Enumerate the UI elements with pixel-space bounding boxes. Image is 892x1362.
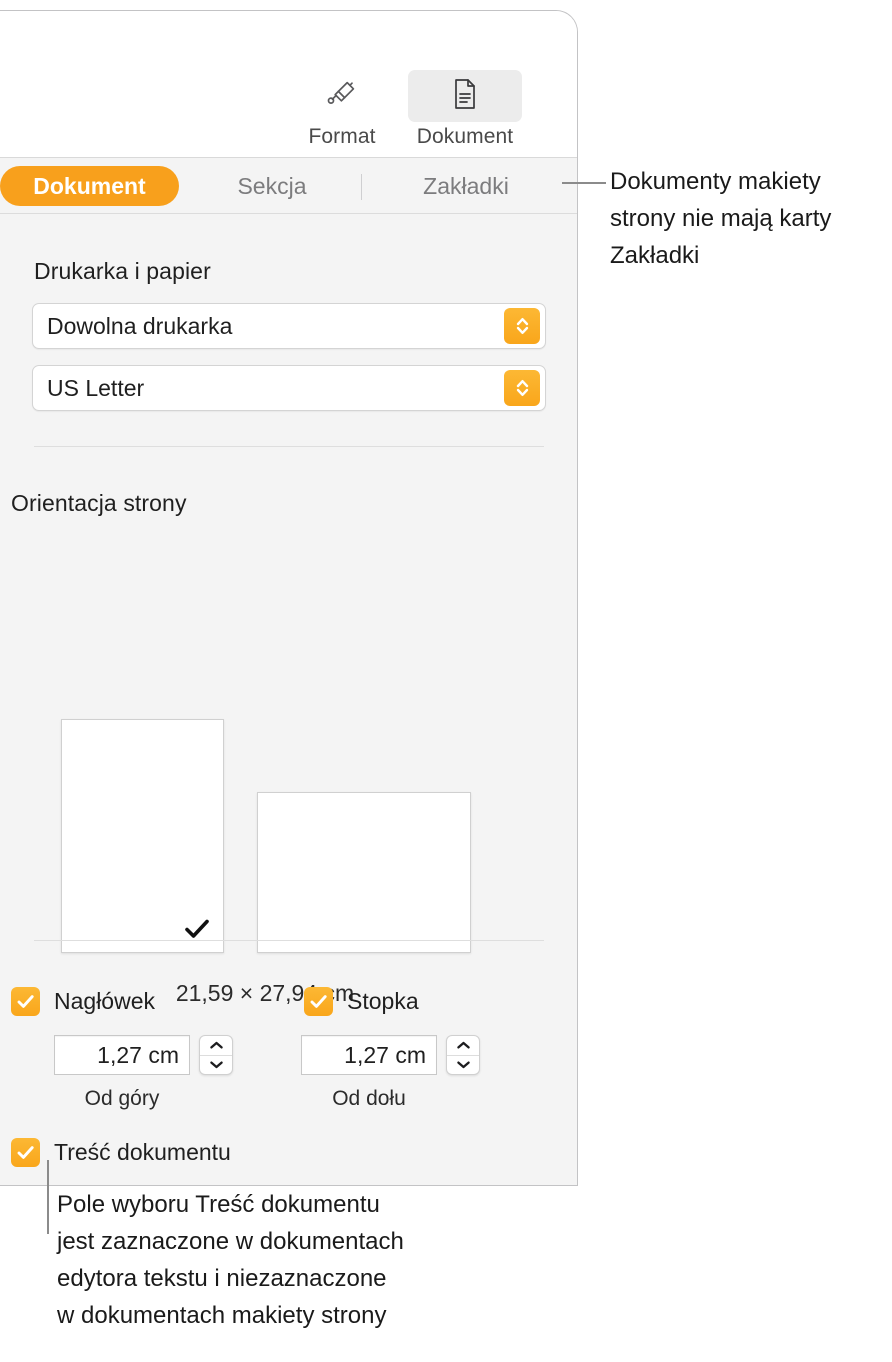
toolbar-button-document[interactable]: Dokument [408,70,522,151]
tab-dokument[interactable]: Dokument [0,166,179,206]
paintbrush-icon-box [285,70,399,122]
header-margin-stepper[interactable] [199,1035,233,1075]
footer-margin-sublabel: Od dołu [332,1087,406,1110]
footer-checkbox-label: Stopka [347,988,419,1014]
document-body-checkbox-label: Treść dokumentu [54,1139,231,1165]
printer-popup-button[interactable]: Dowolna drukarka [32,303,546,349]
header-margin-value: 1,27 cm [97,1042,179,1068]
paper-size-popup-button[interactable]: US Letter [32,365,546,411]
footer-margin-input[interactable]: 1,27 cm [301,1035,437,1075]
tabs-callout-text: Dokumenty makiety strony nie mają karty … [610,168,832,269]
toolbar-button-format-label: Format [308,125,376,148]
divider-after-printer [34,446,544,447]
orientation-landscape-option[interactable] [257,792,471,953]
printer-popup-value: Dowolna drukarka [47,313,233,339]
header-checkbox-row[interactable]: Nagłówek [11,987,155,1016]
inspector-toolbar: Format Dokument [0,11,577,158]
paper-size-popup-value: US Letter [47,375,145,401]
stepper-up-icon[interactable] [447,1036,479,1055]
stepper-down-icon[interactable] [200,1055,232,1074]
body-checkbox-callout-text: Pole wyboru Treść dokumentu jest zaznacz… [57,1191,404,1329]
format-inspector-panel: Format Dokument Dokument Sekcja Zakładki… [0,10,578,1186]
body-checkbox-callout-leader-line [47,1160,49,1234]
orientation-portrait-option[interactable] [61,719,224,953]
toolbar-button-format[interactable]: Format [285,70,399,151]
section-title-printer-paper: Drukarka i papier [34,258,211,284]
stepper-down-icon[interactable] [447,1055,479,1074]
header-margin-input[interactable]: 1,27 cm [54,1035,190,1075]
inspector-content: Drukarka i papier Dowolna drukarka US Le… [0,214,577,1185]
document-body-checkbox-row[interactable]: Treść dokumentu [11,1138,231,1167]
inspector-tab-bar: Dokument Sekcja Zakładki [0,158,577,214]
updown-chevron-icon [504,370,540,406]
footer-margin-value: 1,27 cm [344,1042,426,1068]
toolbar-button-document-label: Dokument [416,125,514,148]
divider-before-headerfooter [34,940,544,941]
document-body-checkbox[interactable] [11,1138,40,1167]
tab-zakladki[interactable]: Zakładki [384,166,548,206]
tab-sekcja[interactable]: Sekcja [204,166,340,206]
paintbrush-icon [325,77,359,116]
footer-checkbox-row[interactable]: Stopka [304,987,419,1016]
footer-checkbox[interactable] [304,987,333,1016]
updown-chevron-icon [504,308,540,344]
document-page-icon [450,77,480,116]
header-checkbox[interactable] [11,987,40,1016]
footer-margin-stepper[interactable] [446,1035,480,1075]
document-page-icon-box [408,70,522,122]
header-checkbox-label: Nagłówek [54,988,155,1014]
section-title-orientation: Orientacja strony [11,490,187,516]
tab-separator [361,174,362,200]
header-margin-sublabel: Od góry [84,1087,160,1110]
stepper-up-icon[interactable] [200,1036,232,1055]
tabs-callout-leader-line [562,182,606,184]
